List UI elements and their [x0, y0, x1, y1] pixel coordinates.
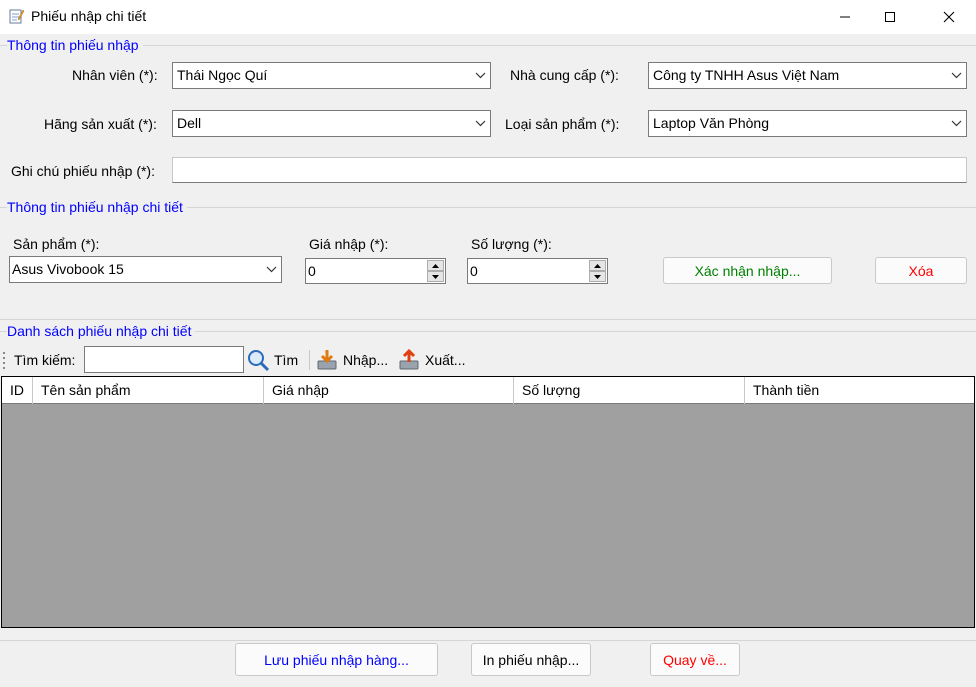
detail-list-group-title: Danh sách phiếu nhập chi tiết	[7, 323, 196, 339]
quantity-label: Số lượng (*):	[471, 236, 552, 252]
product-value: Asus Vivobook 15	[12, 261, 124, 277]
notepad-icon	[8, 8, 25, 24]
export-icon	[399, 349, 419, 370]
save-receipt-button[interactable]: Lưu phiếu nhập hàng...	[235, 643, 438, 676]
quantity-increment-button[interactable]	[589, 260, 606, 271]
supplier-label: Nhà cung cấp (*):	[510, 67, 619, 83]
detail-data-grid[interactable]: ID Tên sản phẩm Giá nhập Số lượng Thành …	[1, 376, 975, 628]
chevron-down-icon	[475, 120, 486, 127]
price-label: Giá nhập (*):	[309, 236, 389, 252]
search-input[interactable]	[84, 346, 244, 373]
print-receipt-button[interactable]: In phiếu nhập...	[471, 643, 591, 676]
window-title: Phiếu nhập chi tiết	[31, 8, 147, 24]
maximize-icon	[885, 12, 895, 22]
manufacturer-label: Hãng sản xuất (*):	[44, 116, 157, 132]
group-divider	[0, 45, 976, 46]
product-type-combobox[interactable]: Laptop Văn Phòng	[648, 110, 967, 137]
column-header-product-name[interactable]: Tên sản phẩm	[33, 377, 264, 404]
note-input[interactable]	[172, 157, 967, 183]
import-icon	[317, 350, 337, 370]
quantity-value: 0	[470, 263, 478, 279]
confirm-import-button[interactable]: Xác nhận nhập...	[663, 257, 832, 284]
close-icon	[943, 11, 955, 23]
title-bar: Phiếu nhập chi tiết	[0, 0, 976, 34]
footer-divider	[0, 640, 976, 641]
quantity-decrement-button[interactable]	[589, 271, 606, 282]
toolbar-grip-icon[interactable]	[3, 350, 5, 370]
export-button[interactable]: Xuất...	[398, 345, 465, 375]
column-header-quantity[interactable]: Số lượng	[514, 377, 745, 404]
form-body: Thông tin phiếu nhập Nhân viên (*): Thái…	[0, 34, 976, 687]
column-header-price[interactable]: Giá nhập	[264, 377, 514, 404]
price-spinner[interactable]: 0	[305, 258, 446, 284]
price-value: 0	[308, 263, 316, 279]
toolbar-separator	[309, 350, 310, 370]
supplier-value: Công ty TNHH Asus Việt Nam	[653, 67, 840, 83]
grid-header: ID Tên sản phẩm Giá nhập Số lượng Thành …	[2, 377, 974, 404]
employee-combobox[interactable]: Thái Ngọc Quí	[172, 62, 491, 89]
triangle-down-icon	[432, 274, 439, 279]
receipt-info-group-title: Thông tin phiếu nhập	[7, 37, 143, 53]
manufacturer-value: Dell	[177, 115, 202, 131]
magnifier-icon	[248, 350, 270, 372]
employee-value: Thái Ngọc Quí	[177, 67, 268, 83]
delete-button[interactable]: Xóa	[875, 257, 967, 284]
detail-info-group-title: Thông tin phiếu nhập chi tiết	[7, 199, 187, 215]
close-button[interactable]	[926, 0, 972, 34]
product-combobox[interactable]: Asus Vivobook 15	[9, 256, 282, 283]
search-label: Tìm kiếm:	[14, 352, 76, 368]
export-button-label: Xuất...	[425, 352, 466, 368]
group-divider	[0, 319, 976, 320]
note-label: Ghi chú phiếu nhập (*):	[11, 163, 155, 179]
employee-label: Nhân viên (*):	[72, 67, 158, 83]
import-button[interactable]: Nhập...	[316, 345, 388, 375]
triangle-down-icon	[594, 274, 601, 279]
supplier-combobox[interactable]: Công ty TNHH Asus Việt Nam	[648, 62, 967, 89]
product-type-value: Laptop Văn Phòng	[653, 115, 769, 131]
triangle-up-icon	[594, 263, 601, 268]
product-label: Sản phẩm (*):	[13, 236, 100, 252]
back-button[interactable]: Quay về...	[650, 643, 740, 676]
chevron-down-icon	[475, 72, 486, 79]
triangle-up-icon	[432, 263, 439, 268]
maximize-button[interactable]	[867, 0, 913, 34]
price-increment-button[interactable]	[427, 260, 444, 271]
chevron-down-icon	[951, 120, 962, 127]
minimize-button[interactable]	[822, 0, 868, 34]
column-header-id[interactable]: ID	[2, 377, 33, 404]
chevron-down-icon	[266, 266, 277, 273]
column-header-total[interactable]: Thành tiền	[745, 377, 974, 404]
manufacturer-combobox[interactable]: Dell	[172, 110, 491, 137]
chevron-down-icon	[951, 72, 962, 79]
product-type-label: Loại sản phẩm (*):	[505, 116, 620, 132]
search-button-label: Tìm	[274, 352, 299, 368]
price-decrement-button[interactable]	[427, 271, 444, 282]
search-button[interactable]: Tìm	[246, 345, 298, 375]
minimize-icon	[840, 16, 850, 18]
list-toolbar: Tìm kiếm: Tìm Nhập... Xuất...	[0, 345, 976, 375]
quantity-spinner[interactable]: 0	[467, 258, 608, 284]
import-button-label: Nhập...	[343, 352, 389, 368]
